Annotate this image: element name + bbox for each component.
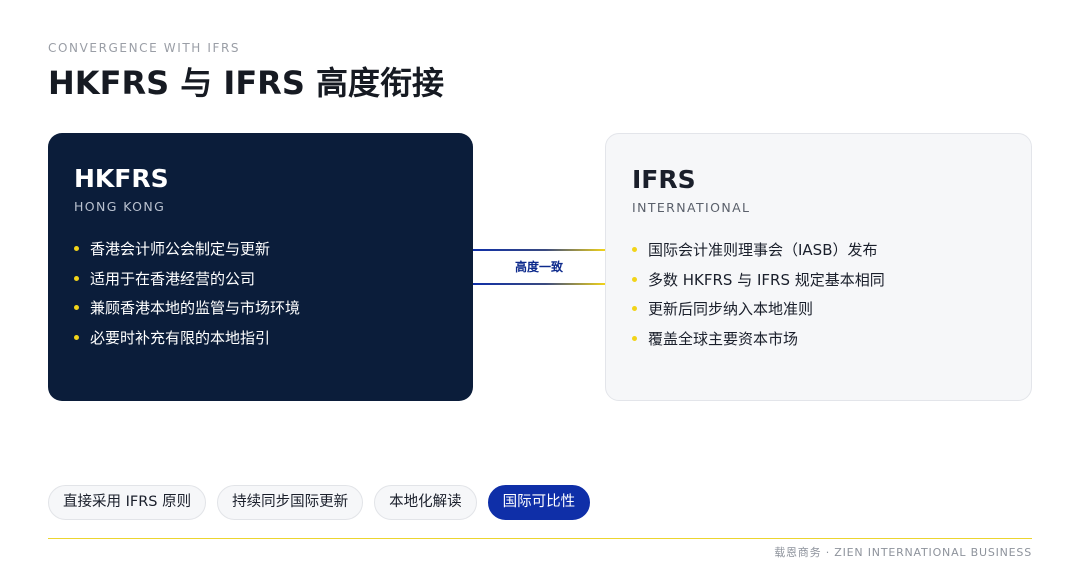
connector-label: 高度一致 bbox=[514, 260, 563, 274]
bullet-dot-icon bbox=[74, 246, 79, 251]
ifrs-point-text: 覆盖全球主要资本市场 bbox=[648, 329, 799, 348]
hkfrs-card: HKFRS HONG KONG 香港会计师公会制定与更新 适用于在香港经营的公司… bbox=[48, 133, 473, 401]
tag-comparability[interactable]: 国际可比性 bbox=[487, 485, 591, 520]
ifrs-point: 更新后同步纳入本地准则 bbox=[632, 295, 1005, 325]
hkfrs-point-text: 必要时补充有限的本地指引 bbox=[90, 328, 271, 347]
bullet-dot-icon bbox=[74, 305, 79, 310]
hkfrs-point: 适用于在香港经营的公司 bbox=[74, 265, 447, 295]
hkfrs-point-text: 兼顾香港本地的监管与市场环境 bbox=[90, 299, 301, 317]
hkfrs-point: 兼顾香港本地的监管与市场环境 bbox=[74, 294, 447, 324]
bullet-dot-icon bbox=[632, 335, 637, 341]
bullet-dot-icon bbox=[74, 275, 79, 281]
page-title: HKFRS 与 IFRS 高度衔接 bbox=[48, 64, 445, 102]
tag-localization[interactable]: 本地化解读 bbox=[374, 485, 477, 520]
ifrs-point: 国际会计准则理事会（IASB）发布 bbox=[632, 236, 1005, 266]
tag-sync-updates[interactable]: 持续同步国际更新 bbox=[217, 485, 364, 520]
bullet-dot-icon bbox=[632, 306, 637, 311]
bullet-dot-icon bbox=[632, 276, 637, 282]
ifrs-point-text: 更新后同步纳入本地准则 bbox=[648, 300, 814, 318]
tag-group: 直接采用 IFRS 原则 持续同步国际更新 本地化解读 国际可比性 bbox=[48, 485, 591, 520]
ifrs-card-subtitle: INTERNATIONAL bbox=[632, 200, 751, 215]
footer-brand: 载恩商务 · ZIEN INTERNATIONAL BUSINESS bbox=[774, 546, 1032, 559]
ifrs-point: 多数 HKFRS 与 IFRS 规定基本相同 bbox=[632, 266, 1005, 296]
ifrs-point: 覆盖全球主要资本市场 bbox=[632, 325, 1005, 355]
hkfrs-card-subtitle: HONG KONG bbox=[74, 199, 166, 214]
tag-adopt-ifrs[interactable]: 直接采用 IFRS 原则 bbox=[48, 485, 207, 520]
hkfrs-point-text: 适用于在香港经营的公司 bbox=[90, 269, 256, 288]
hkfrs-point: 香港会计师公会制定与更新 bbox=[74, 235, 447, 265]
ifrs-card-title: IFRS bbox=[632, 165, 696, 194]
bullet-dot-icon bbox=[632, 247, 637, 252]
footer-divider bbox=[48, 538, 1032, 539]
hkfrs-point: 必要时补充有限的本地指引 bbox=[74, 324, 447, 354]
alignment-connector: 高度一致 bbox=[473, 249, 605, 285]
hkfrs-card-title: HKFRS bbox=[74, 164, 169, 193]
hkfrs-point-text: 香港会计师公会制定与更新 bbox=[90, 240, 271, 258]
ifrs-point-text: 多数 HKFRS 与 IFRS 规定基本相同 bbox=[648, 270, 885, 289]
ifrs-point-text: 国际会计准则理事会（IASB）发布 bbox=[648, 241, 878, 259]
bullet-dot-icon bbox=[74, 334, 79, 340]
hkfrs-points-list: 香港会计师公会制定与更新 适用于在香港经营的公司 兼顾香港本地的监管与市场环境 … bbox=[74, 235, 447, 353]
ifrs-points-list: 国际会计准则理事会（IASB）发布 多数 HKFRS 与 IFRS 规定基本相同… bbox=[632, 236, 1005, 354]
ifrs-card: IFRS INTERNATIONAL 国际会计准则理事会（IASB）发布 多数 … bbox=[605, 133, 1032, 401]
page-eyebrow: CONVERGENCE WITH IFRS bbox=[48, 41, 241, 55]
